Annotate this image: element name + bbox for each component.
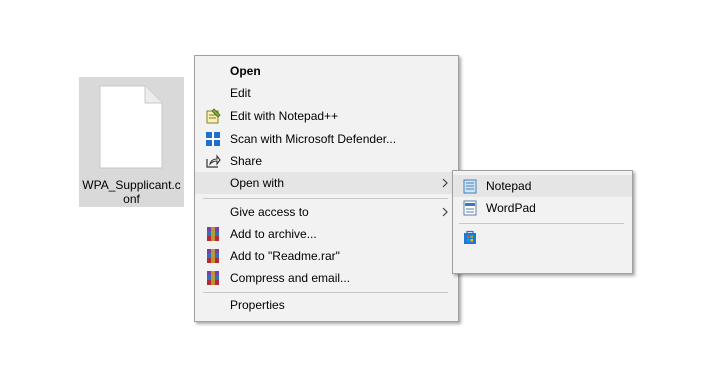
menu-item-add-to-readme-rar[interactable]: Add to "Readme.rar" bbox=[195, 245, 458, 267]
desktop-file[interactable]: WPA_Supplicant.conf bbox=[79, 77, 184, 207]
notepad-icon bbox=[463, 179, 477, 194]
menu-item-label: Add to archive... bbox=[230, 227, 317, 241]
menu-item-label: Scan with Microsoft Defender... bbox=[230, 132, 397, 146]
winrar-icon bbox=[207, 227, 219, 241]
menu-item-open[interactable]: Open bbox=[195, 60, 458, 82]
wordpad-icon bbox=[463, 200, 477, 216]
menu-item-label: Share bbox=[230, 154, 263, 168]
chevron-right-icon bbox=[442, 207, 448, 217]
submenu-item-wordpad[interactable]: WordPad bbox=[453, 197, 632, 219]
notepad-plus-plus-icon bbox=[206, 108, 221, 124]
menu-item-properties[interactable]: Properties bbox=[195, 294, 458, 316]
menu-item-label: Compress and email... bbox=[230, 271, 351, 285]
submenu-item-label: Notepad bbox=[486, 179, 532, 193]
menu-item-scan-with-defender[interactable]: Scan with Microsoft Defender... bbox=[195, 128, 458, 150]
menu-item-compress-and-email[interactable]: Compress and email... bbox=[195, 267, 458, 289]
menu-item-edit-with-notepad-plus-plus[interactable]: Edit with Notepad++ bbox=[195, 105, 458, 127]
menu-item-share[interactable]: Share bbox=[195, 150, 458, 172]
menu-item-label: Open bbox=[230, 64, 261, 78]
menu-item-label: Add to "Readme.rar" bbox=[230, 249, 340, 263]
submenu-item-microsoft-store[interactable] bbox=[453, 226, 632, 248]
winrar-icon bbox=[207, 271, 219, 285]
menu-item-label: Edit with Notepad++ bbox=[230, 109, 339, 123]
menu-item-open-with[interactable]: Open with bbox=[195, 172, 458, 194]
chevron-right-icon bbox=[442, 178, 448, 188]
winrar-icon bbox=[207, 249, 219, 263]
microsoft-store-icon bbox=[464, 230, 476, 244]
menu-separator bbox=[203, 198, 448, 199]
submenu-separator bbox=[459, 223, 624, 224]
share-icon bbox=[206, 154, 221, 168]
file-name-label: WPA_Supplicant.conf bbox=[82, 178, 181, 206]
menu-item-label: Properties bbox=[230, 298, 285, 312]
menu-item-add-to-archive[interactable]: Add to archive... bbox=[195, 223, 458, 245]
menu-item-label: Open with bbox=[230, 176, 285, 190]
defender-shield-icon bbox=[206, 132, 220, 146]
menu-item-label: Edit bbox=[230, 86, 251, 100]
context-menu: Open Edit Edit with Notepad++ Scan with … bbox=[194, 55, 459, 322]
submenu-item-label: WordPad bbox=[486, 201, 536, 215]
menu-separator bbox=[203, 292, 448, 293]
menu-item-edit[interactable]: Edit bbox=[195, 82, 458, 104]
submenu-item-notepad[interactable]: Notepad bbox=[453, 175, 632, 197]
open-with-submenu: Notepad WordPad bbox=[452, 170, 633, 274]
document-icon bbox=[99, 85, 163, 169]
menu-item-give-access-to[interactable]: Give access to bbox=[195, 201, 458, 223]
menu-item-label: Give access to bbox=[230, 205, 309, 219]
